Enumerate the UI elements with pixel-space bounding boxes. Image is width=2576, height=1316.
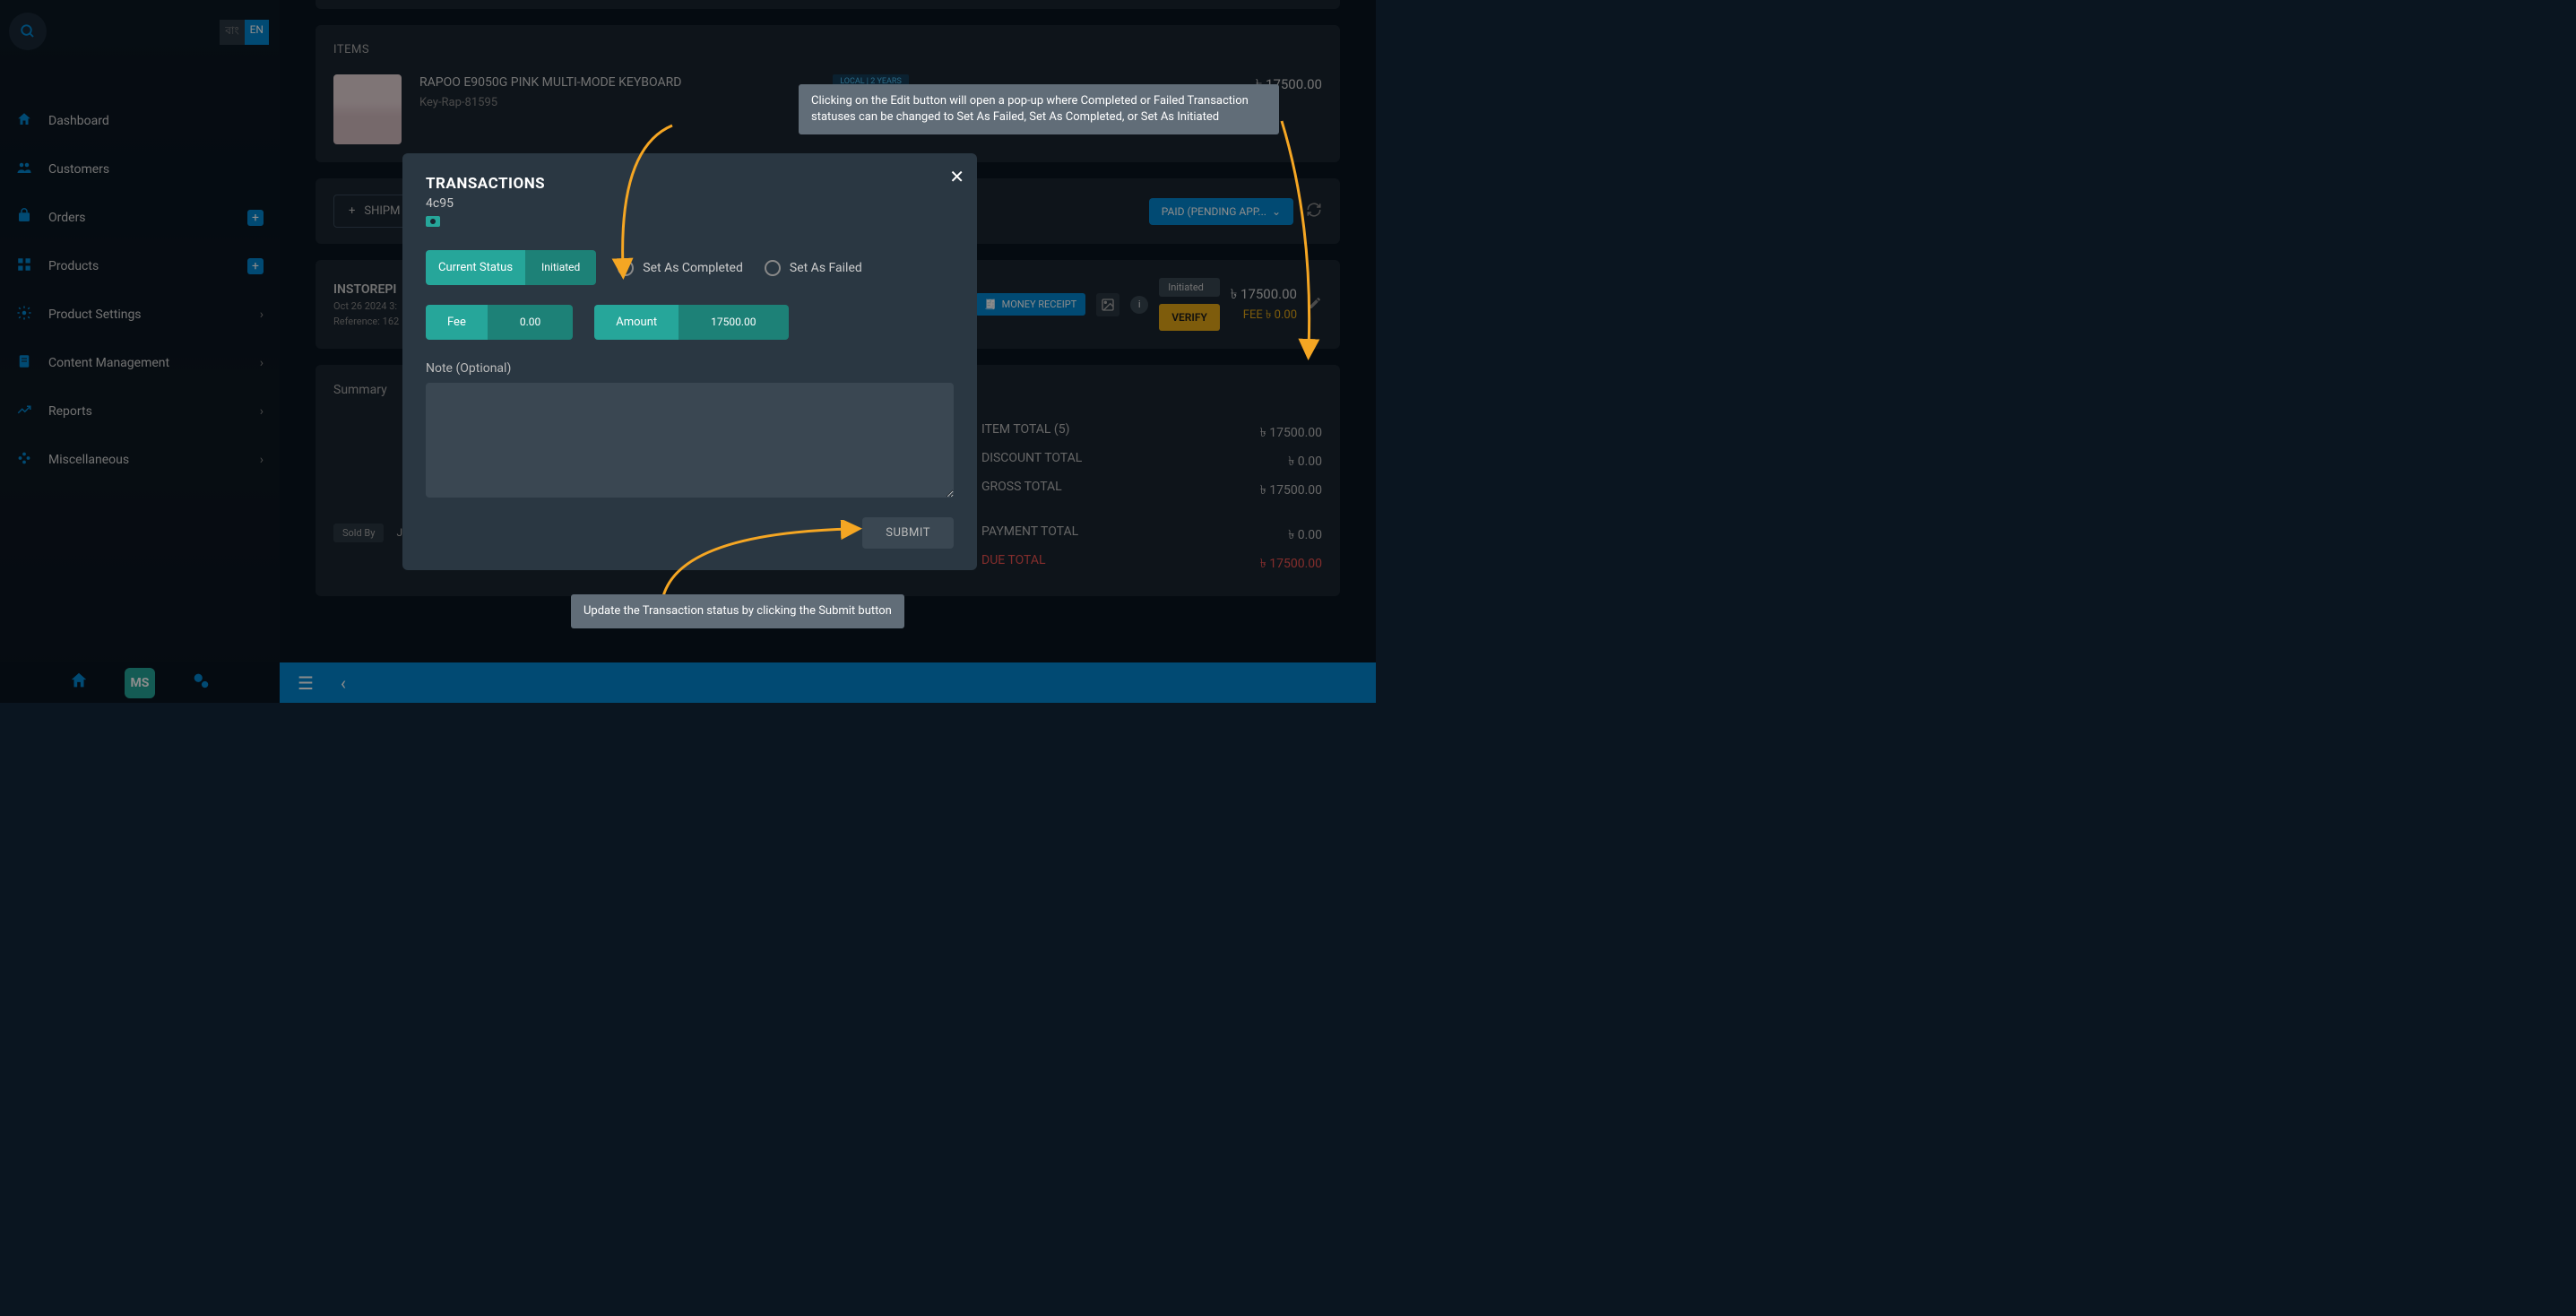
- fee-value[interactable]: 0.00: [488, 305, 573, 340]
- transactions-modal: ✕ TRANSACTIONS 4c95 Current Status Initi…: [402, 153, 977, 570]
- note-label: Note (Optional): [426, 361, 954, 376]
- amount-label: Amount: [594, 305, 679, 340]
- current-status-label: Current Status: [426, 250, 525, 285]
- fee-label: Fee: [426, 305, 488, 340]
- radio-set-completed[interactable]: Set As Completed: [618, 260, 743, 276]
- current-status-value: Initiated: [525, 250, 596, 285]
- modal-title: TRANSACTIONS: [426, 175, 954, 193]
- tooltip-submit-info: Update the Transaction status by clickin…: [571, 594, 904, 628]
- radio-set-failed[interactable]: Set As Failed: [765, 260, 862, 276]
- amount-box: Amount 17500.00: [594, 305, 788, 340]
- close-icon[interactable]: ✕: [949, 166, 964, 187]
- radio-icon: [618, 260, 634, 276]
- submit-button[interactable]: SUBMIT: [862, 517, 954, 549]
- note-textarea[interactable]: [426, 383, 954, 498]
- radio-icon: [765, 260, 781, 276]
- amount-value[interactable]: 17500.00: [679, 305, 788, 340]
- tooltip-edit-info: Clicking on the Edit button will open a …: [799, 84, 1279, 134]
- cash-icon: [426, 216, 440, 227]
- modal-id: 4c95: [426, 196, 954, 211]
- current-status-box: Current Status Initiated: [426, 250, 596, 285]
- fee-box: Fee 0.00: [426, 305, 573, 340]
